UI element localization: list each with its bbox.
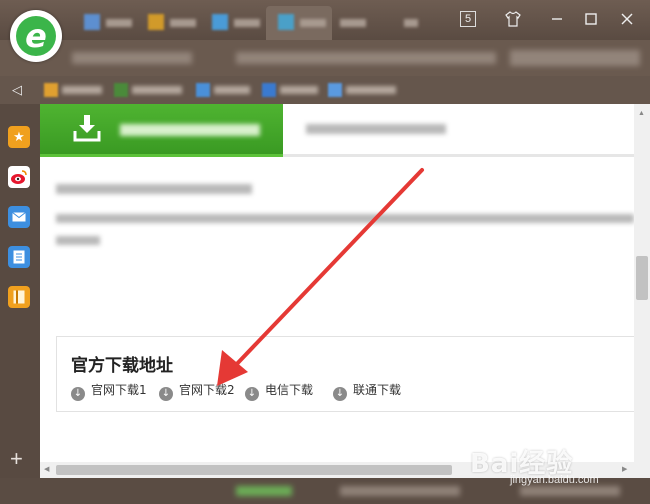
logo-e-icon: e xyxy=(25,17,47,55)
favorites-star-icon[interactable]: ★ xyxy=(8,126,30,148)
tab-1[interactable] xyxy=(72,6,134,40)
secondary-tab-blurred[interactable] xyxy=(306,124,446,134)
status-item-blurred[interactable] xyxy=(340,486,460,496)
notes-icon[interactable] xyxy=(8,246,30,268)
download-link-telecom[interactable]: ↓ 电信下载 xyxy=(245,382,314,401)
nav-buttons-blurred[interactable] xyxy=(72,52,192,64)
tab-favicon xyxy=(84,14,100,30)
tab-favicon xyxy=(148,14,164,30)
download-arrow-icon: ↓ xyxy=(245,387,259,401)
download-arrow-icon: ↓ xyxy=(333,387,347,401)
tab-5[interactable] xyxy=(334,6,396,40)
tab-title-blurred xyxy=(340,19,366,27)
bookmark-item[interactable] xyxy=(328,83,398,97)
tab-count-badge[interactable]: 5 xyxy=(460,11,476,27)
download-icon xyxy=(73,115,101,142)
book-icon[interactable] xyxy=(8,286,30,308)
page-content: 官方下载地址 ↓ 官网下载1 ↓ 官网下载2 ↓ 电信下载 ↓ 联通下载 xyxy=(40,104,634,462)
tab-title-blurred xyxy=(404,19,418,27)
download-tab-label-blurred xyxy=(120,124,260,136)
download-link-label: 联通下载 xyxy=(353,383,402,397)
tab-title-blurred xyxy=(106,19,132,27)
sidebar-toggle-icon[interactable]: ◁ xyxy=(12,82,22,98)
download-section-title: 官方下载地址 xyxy=(71,356,173,376)
bookmark-favicon xyxy=(262,83,276,97)
blurred-paragraph-line xyxy=(56,214,634,223)
download-tab-green[interactable] xyxy=(40,104,283,154)
download-arrow-icon: ↓ xyxy=(71,387,85,401)
close-icon[interactable] xyxy=(616,8,638,30)
bookmark-label-blurred xyxy=(132,86,182,94)
download-arrow-icon: ↓ xyxy=(159,387,173,401)
horizontal-scroll-thumb[interactable] xyxy=(56,465,452,475)
download-link-label: 电信下载 xyxy=(265,383,314,397)
tab-title-blurred xyxy=(300,19,326,27)
status-item-blurred[interactable] xyxy=(236,486,292,496)
bookmarks-bar: ◁ xyxy=(0,76,650,104)
bookmark-label-blurred xyxy=(214,86,250,94)
blurred-paragraph-line xyxy=(56,236,100,245)
vertical-scrollbar[interactable]: ▲ xyxy=(634,104,650,462)
vertical-scroll-thumb[interactable] xyxy=(636,256,648,300)
toolbar-extensions-blurred[interactable] xyxy=(510,50,640,66)
tab-title-blurred xyxy=(170,19,196,27)
tab-3[interactable] xyxy=(200,6,262,40)
tab-title-blurred xyxy=(234,19,260,27)
navigation-toolbar xyxy=(0,40,650,76)
bookmark-label-blurred xyxy=(346,86,396,94)
tab-active[interactable] xyxy=(266,6,332,40)
download-link-official-1[interactable]: ↓ 官网下载1 xyxy=(71,382,147,401)
tab-underline xyxy=(283,154,634,157)
bookmark-label-blurred xyxy=(62,86,102,94)
scrollbar-corner xyxy=(634,462,650,478)
bookmark-item[interactable] xyxy=(196,83,252,97)
download-link-unicom[interactable]: ↓ 联通下载 xyxy=(333,382,402,401)
tab-favicon xyxy=(212,14,228,30)
weibo-icon[interactable] xyxy=(8,166,30,188)
status-item-blurred[interactable] xyxy=(520,486,620,496)
bookmark-label-blurred xyxy=(280,86,318,94)
address-bar-blurred[interactable] xyxy=(236,52,496,64)
tab-6[interactable] xyxy=(398,6,448,40)
bookmark-item[interactable] xyxy=(114,83,186,97)
left-sidebar: ★ + xyxy=(0,104,40,484)
browser-logo[interactable]: e xyxy=(10,10,62,62)
title-bar: 5 xyxy=(0,0,650,40)
tab-underline-active xyxy=(40,154,283,157)
scroll-up-icon[interactable]: ▲ xyxy=(638,110,645,117)
maximize-icon[interactable] xyxy=(580,8,602,30)
bookmark-favicon xyxy=(114,83,128,97)
bookmark-item[interactable] xyxy=(262,83,320,97)
watermark-url: jingyan.baidu.com xyxy=(510,474,599,486)
bookmark-favicon xyxy=(44,83,58,97)
scroll-left-icon[interactable]: ◀ xyxy=(44,465,49,473)
download-link-label: 官网下载2 xyxy=(179,383,235,397)
bookmark-item[interactable] xyxy=(44,83,104,97)
add-sidebar-item-icon[interactable]: + xyxy=(10,446,23,472)
minimize-icon[interactable] xyxy=(546,8,568,30)
bookmark-favicon xyxy=(328,83,342,97)
tab-favicon xyxy=(278,14,294,30)
blurred-heading xyxy=(56,184,252,194)
bookmark-favicon xyxy=(196,83,210,97)
mail-icon[interactable] xyxy=(8,206,30,228)
official-download-box: 官方下载地址 ↓ 官网下载1 ↓ 官网下载2 ↓ 电信下载 ↓ 联通下载 xyxy=(56,336,634,412)
scroll-right-icon[interactable]: ▶ xyxy=(622,465,627,473)
download-link-official-2[interactable]: ↓ 官网下载2 xyxy=(159,382,235,401)
tab-2[interactable] xyxy=(136,6,198,40)
shirt-icon[interactable] xyxy=(502,8,524,30)
download-link-label: 官网下载1 xyxy=(91,383,147,397)
